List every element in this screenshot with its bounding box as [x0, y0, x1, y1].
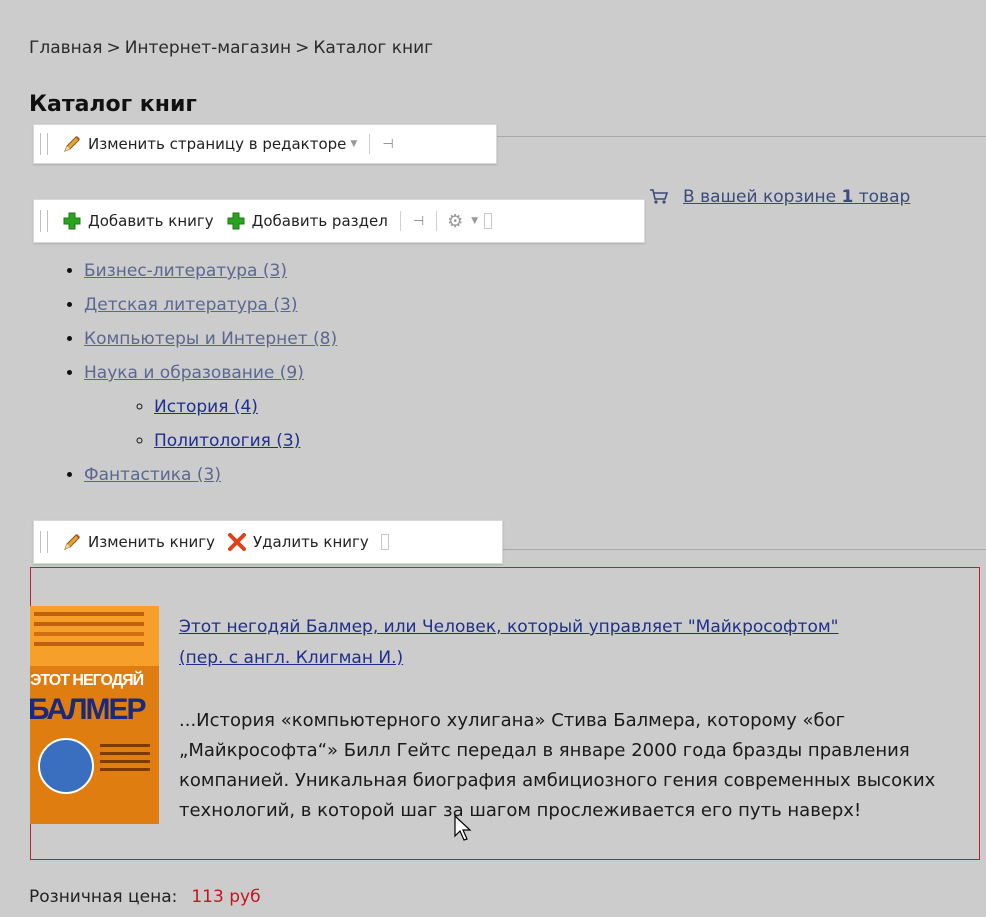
toolbar-grip[interactable] — [40, 133, 48, 155]
add-book-button[interactable]: Добавить книгу — [56, 211, 220, 231]
list-item: Политология (3) — [154, 424, 337, 458]
toolbar-separator — [399, 211, 401, 231]
list-item: Детская литература (3) — [84, 288, 337, 322]
cover-decoration — [34, 612, 144, 616]
category-link[interactable]: Детская литература (3) — [84, 295, 297, 315]
edit-book-button[interactable]: Изменить книгу — [56, 532, 221, 552]
category-link[interactable]: Фантастика (3) — [84, 465, 221, 485]
category-link[interactable]: Бизнес-литература (3) — [84, 261, 287, 281]
delete-book-label: Удалить книгу — [253, 533, 369, 551]
category-link[interactable]: Наука и образование (9) — [84, 363, 304, 383]
cart-icon — [649, 188, 669, 206]
book-description: ...История «компьютерного хулигана» Стив… — [179, 710, 936, 821]
category-list: Бизнес-литература (3) Детская литература… — [60, 254, 337, 492]
toolbar-handle[interactable] — [484, 213, 493, 229]
price-label: Розничная цена: — [29, 887, 178, 907]
pin-icon[interactable]: ⊣ — [376, 137, 399, 152]
list-item: Фантастика (3) — [84, 458, 337, 492]
category-link[interactable]: Компьютеры и Интернет (8) — [84, 329, 337, 349]
edit-page-button[interactable]: Изменить страницу в редакторе ▼ — [56, 134, 363, 154]
list-item: Наука и образование (9) История (4) Поли… — [84, 356, 337, 458]
catalog-toolbar: Добавить книгу Добавить раздел ⊣ ⚙ ▼ — [33, 199, 645, 243]
subcategory-link[interactable]: Политология (3) — [154, 431, 300, 451]
pencil-icon — [62, 134, 82, 154]
edit-page-toolbar: Изменить страницу в редакторе ▼ ⊣ — [33, 124, 497, 164]
mouse-cursor-icon — [454, 814, 474, 847]
cart-summary: В вашей корзине 1 товар — [649, 187, 910, 207]
toolbar-grip[interactable] — [40, 210, 48, 232]
toolbar-separator — [436, 211, 438, 231]
cover-globe — [38, 738, 94, 794]
list-item: История (4) — [154, 390, 337, 424]
breadcrumb-current: Каталог книг — [313, 38, 434, 58]
divider — [495, 136, 986, 137]
toolbar-grip[interactable] — [40, 531, 48, 553]
delete-book-button[interactable]: Удалить книгу — [221, 532, 375, 552]
edit-page-label: Изменить страницу в редакторе — [88, 135, 347, 153]
book-toolbar: Изменить книгу Удалить книгу — [33, 520, 503, 564]
plus-icon — [226, 211, 246, 231]
chevron-down-icon[interactable]: ▼ — [350, 139, 357, 149]
cover-title-line1: ЭТОТ НЕГОДЯЙ — [30, 672, 144, 689]
breadcrumb: Главная > Интернет-магазин > Каталог книг — [29, 38, 433, 58]
gear-icon[interactable]: ⚙ — [443, 211, 467, 232]
subcategory-list: История (4) Политология (3) — [84, 390, 337, 458]
add-book-label: Добавить книгу — [88, 212, 214, 230]
cart-prefix: В вашей корзине — [683, 187, 837, 207]
toolbar-handle[interactable] — [380, 534, 389, 550]
pencil-icon — [62, 532, 82, 552]
list-item: Компьютеры и Интернет (8) — [84, 322, 337, 356]
add-section-button[interactable]: Добавить раздел — [220, 211, 394, 231]
breadcrumb-shop[interactable]: Интернет-магазин — [125, 38, 291, 58]
toolbar-separator — [369, 134, 371, 154]
divider — [502, 549, 986, 550]
breadcrumb-home[interactable]: Главная — [29, 38, 102, 58]
chevron-down-icon[interactable]: ▼ — [471, 216, 478, 226]
book-title-link[interactable]: Этот негодяй Балмер, или Человек, которы… — [179, 617, 839, 668]
cart-count: 1 — [841, 187, 854, 207]
cover-title-line2: БАЛМЕР — [30, 693, 147, 726]
price-value: 113 руб — [191, 887, 261, 907]
book-cover-image[interactable]: ЭТОТ НЕГОДЯЙ БАЛМЕР — [30, 606, 159, 824]
pin-icon[interactable]: ⊣ — [407, 214, 430, 229]
breadcrumb-separator: > — [295, 38, 310, 58]
price-row: Розничная цена: 113 руб — [29, 887, 261, 907]
add-section-label: Добавить раздел — [251, 212, 388, 230]
page-title: Каталог книг — [29, 92, 197, 116]
cart-suffix: товар — [858, 187, 911, 207]
book-title: Этот негодяй Балмер, или Человек, которы… — [179, 612, 879, 674]
breadcrumb-separator: > — [106, 38, 121, 58]
cover-decoration — [100, 744, 150, 747]
cross-icon — [227, 532, 247, 552]
edit-book-label: Изменить книгу — [88, 533, 216, 551]
plus-icon — [62, 211, 82, 231]
subcategory-link[interactable]: История (4) — [154, 397, 258, 417]
cart-link[interactable]: В вашей корзине 1 товар — [683, 187, 910, 207]
list-item: Бизнес-литература (3) — [84, 254, 337, 288]
